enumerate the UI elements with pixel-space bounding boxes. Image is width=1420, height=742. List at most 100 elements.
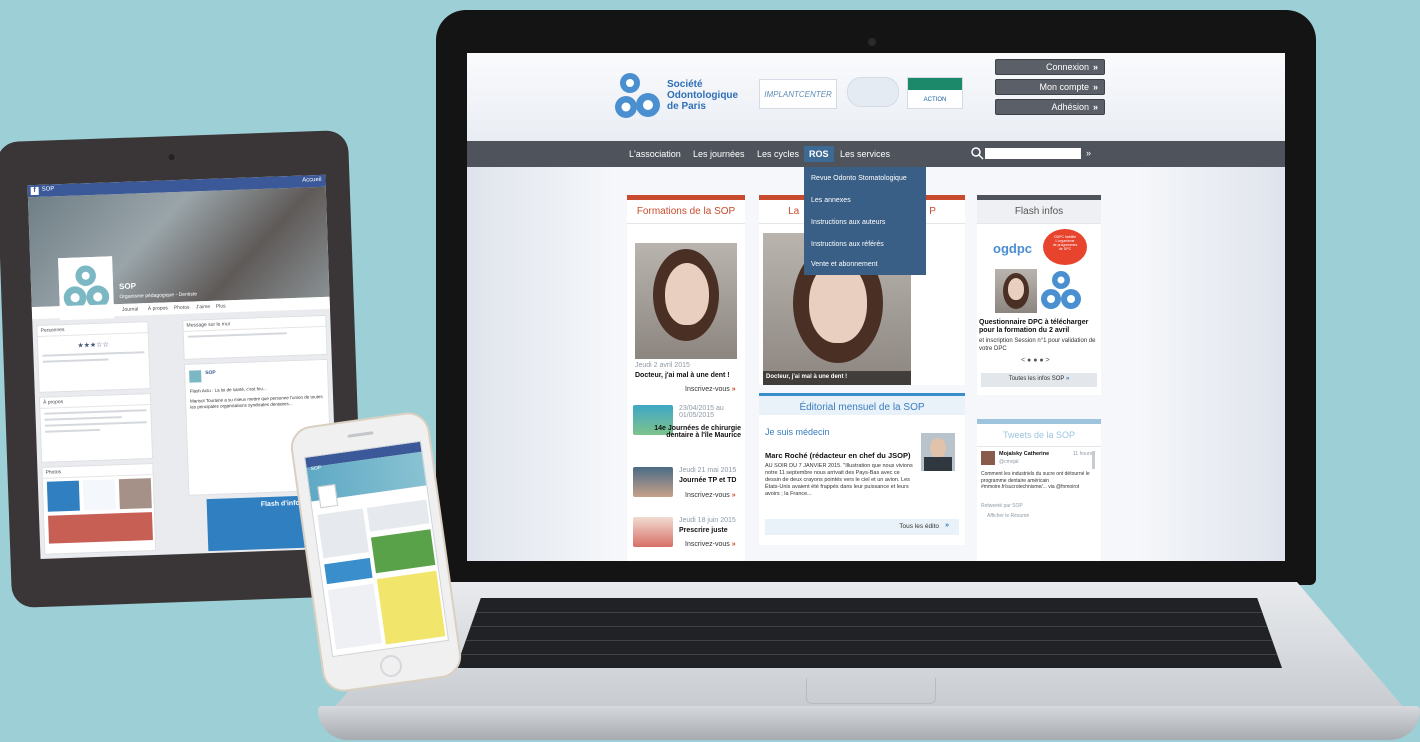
menu-item-annexes[interactable]: Les annexes — [811, 197, 851, 204]
menu-item-subscription[interactable]: Vente et abonnement — [811, 261, 878, 268]
sponsor-implantcenter[interactable]: IMPLANTCENTER — [759, 79, 837, 109]
ogdpc-logo[interactable]: ogdpc — [993, 241, 1032, 256]
flash-info-column: Flash infos ogdpc ODPC habilité L'organi… — [977, 195, 1101, 395]
nav-association[interactable]: L'association — [629, 149, 681, 159]
all-news-label: Toutes les infos SOP — [1008, 376, 1065, 382]
chevron-right-icon: » — [731, 386, 736, 393]
sop-logo-icon[interactable] — [614, 71, 662, 123]
sponsor-product-image[interactable] — [847, 77, 899, 107]
featured-register-link[interactable]: Inscrivez-vous » — [685, 386, 736, 393]
phone-post-card — [366, 499, 430, 532]
all-editorials-link[interactable]: Tous les édito — [899, 523, 939, 530]
event-title[interactable]: Prescrire juste — [679, 527, 728, 534]
event-title[interactable]: 14e Journées de chirurgie dentaire à l'î… — [633, 425, 741, 439]
fb-tab-likes[interactable]: J'aime — [196, 304, 210, 310]
featured-title[interactable]: Docteur, j'ai mal à une dent ! — [635, 372, 730, 379]
phone-green-banner[interactable] — [370, 529, 436, 574]
facebook-icon[interactable]: f — [30, 186, 39, 196]
chevron-right-icon: » — [1092, 82, 1098, 92]
site-header: Société Odontologique de Paris IMPLANTCE… — [467, 53, 1285, 141]
chevron-right-icon: » — [945, 522, 949, 529]
search-icon[interactable] — [970, 146, 984, 160]
nav-cycles[interactable]: Les cycles — [757, 149, 799, 159]
ros-dropdown-menu: Revue Odonto Stomatologique Les annexes … — [804, 167, 926, 275]
login-button[interactable]: Connexion» — [995, 59, 1105, 75]
tweet-show-summary[interactable]: Afficher le Résumé — [987, 513, 1029, 519]
chevron-right-icon: » — [731, 541, 736, 548]
event-register-link[interactable]: Inscrivez-vous » — [685, 492, 736, 499]
tweet-avatar[interactable] — [981, 451, 995, 465]
menu-item-referee-instructions[interactable]: Instructions aux référés — [811, 241, 884, 248]
phone-screen: SOP — [304, 440, 450, 658]
phone-blue-banner[interactable] — [324, 557, 373, 585]
menu-item-author-instructions[interactable]: Instructions aux auteurs — [811, 219, 885, 226]
editor-photo — [921, 433, 955, 471]
fb-about-card: À propos — [38, 393, 154, 463]
menu-item-revue[interactable]: Revue Odonto Stomatologique — [811, 175, 907, 182]
fb-home-link[interactable]: Accueil — [302, 177, 322, 184]
flash-pager[interactable]: < ● ● ● > — [1021, 357, 1050, 364]
fb-search-value[interactable]: SOP — [42, 186, 55, 192]
fb-rating: ★★★☆☆ — [77, 341, 109, 350]
search-input[interactable] — [985, 148, 1081, 159]
editorial-box: Éditorial mensuel de la SOP Je suis méde… — [759, 393, 965, 545]
fb-post-avatar[interactable] — [189, 370, 202, 383]
phone-yellow-card[interactable] — [376, 570, 446, 645]
trainings-heading[interactable]: Formations de la SOP — [627, 200, 745, 224]
nav-journees[interactable]: Les journées — [693, 149, 745, 159]
featured-training-photo[interactable] — [635, 243, 737, 359]
sop-name: Société Odontologique de Paris — [667, 79, 739, 112]
fb-tab-more[interactable]: Plus — [216, 303, 226, 309]
sop-logo-icon — [1041, 271, 1081, 309]
tweet-author[interactable]: Mojalsky Catherine — [999, 451, 1049, 457]
event-thumbnail[interactable] — [633, 467, 673, 497]
tweets-heading[interactable]: Tweets de la SOP — [977, 424, 1101, 447]
home-button[interactable] — [378, 653, 404, 679]
membership-button[interactable]: Adhésion» — [995, 99, 1105, 115]
event-thumbnail[interactable] — [633, 517, 673, 547]
chevron-right-icon: » — [1092, 102, 1098, 112]
membership-label: Adhésion — [1051, 102, 1089, 112]
nav-services[interactable]: Les services — [840, 149, 890, 159]
all-news-button[interactable]: Toutes les infos SOP » — [981, 373, 1097, 387]
main-nav: L'association Les journées Les cycles RO… — [467, 141, 1285, 167]
flash-info-heading[interactable]: Flash infos — [977, 200, 1101, 224]
fb-tab-photos[interactable]: Photos — [174, 305, 190, 312]
phone-photo-grid — [327, 583, 382, 650]
tablet-camera — [168, 154, 175, 161]
tweet-handle[interactable]: @cmojal — [999, 459, 1019, 465]
search-go-icon[interactable]: » — [1086, 148, 1091, 158]
nav-ros[interactable]: ROS — [804, 146, 834, 162]
fb-page-title: SOP — [118, 281, 137, 292]
fb-photo-thumb[interactable] — [46, 480, 80, 512]
trackpad — [806, 678, 936, 704]
flash-thumbnail[interactable] — [995, 269, 1037, 313]
featured-date: Jeudi 2 avril 2015 — [635, 362, 690, 369]
editorial-heading[interactable]: Éditorial mensuel de la SOP — [759, 393, 965, 415]
event-register-link[interactable]: Inscrivez-vous » — [685, 541, 736, 548]
event-title[interactable]: Journée TP et TD — [679, 477, 736, 484]
fb-people-card: Personnes ★★★☆☆ — [36, 321, 151, 393]
editorial-title[interactable]: Je suis médecin — [765, 427, 830, 437]
fb-composer-label: Message sur le mur — [183, 315, 326, 332]
login-label: Connexion — [1045, 62, 1089, 72]
sponsor-action-logo[interactable]: ACTION — [907, 77, 963, 109]
journal-heading-end: P — [929, 206, 936, 217]
fb-tab-about[interactable]: À propos — [148, 305, 168, 312]
flash-news-title[interactable]: Questionnaire DPC à télécharger pour la … — [979, 319, 1099, 335]
fb-photo-thumb[interactable] — [118, 478, 152, 510]
my-account-button[interactable]: Mon compte» — [995, 79, 1105, 95]
fb-post-author[interactable]: SOP — [205, 370, 216, 376]
tweet-time: 11 hours — [1073, 451, 1093, 457]
fb-photo-thumb[interactable] — [82, 479, 116, 511]
event-date: Jeudi 18 juin 2015 — [679, 517, 736, 524]
tweets-scrollbar[interactable] — [1092, 451, 1095, 469]
fb-photo-thumb[interactable] — [48, 512, 153, 544]
fb-composer[interactable]: Message sur le mur — [182, 314, 328, 360]
tweet-retweet: Retweeté par SOP — [981, 503, 1023, 509]
fb-card-title: À propos — [39, 394, 151, 409]
laptop-base — [318, 582, 1420, 742]
fb-tab-timeline[interactable]: Journal — [122, 306, 139, 313]
journal-photo-caption: Docteur, j'ai mal à une dent ! — [763, 371, 911, 385]
phone-profile-picture[interactable] — [317, 484, 339, 509]
